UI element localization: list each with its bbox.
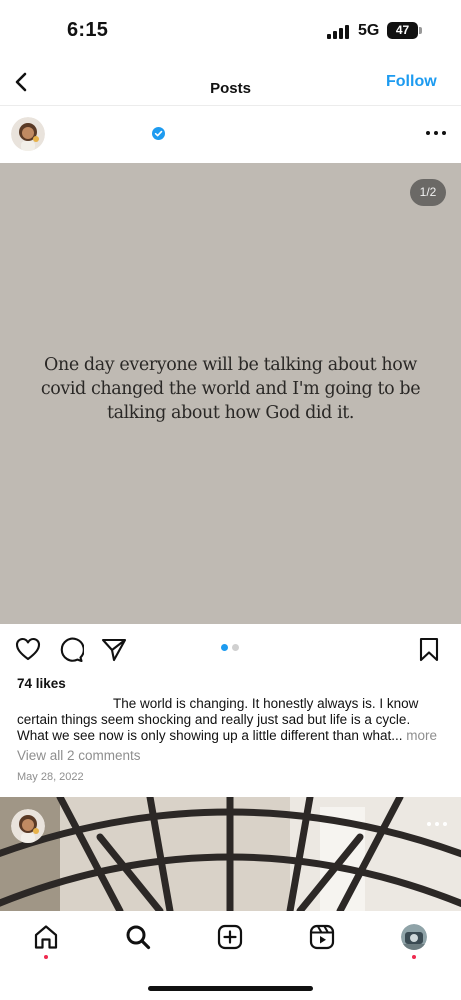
view-comments-link[interactable]: View all 2 comments <box>17 748 141 763</box>
caption-more-link[interactable]: more <box>406 728 437 743</box>
author-avatar[interactable] <box>11 117 45 151</box>
home-notification-dot <box>44 955 48 959</box>
home-indicator <box>148 986 313 991</box>
next-post-avatar[interactable] <box>11 809 45 843</box>
caption-text: What we see now is only showing up a lit… <box>17 728 403 743</box>
paper-plane-icon[interactable] <box>101 637 127 662</box>
create-post-icon[interactable] <box>217 924 243 950</box>
more-options-button[interactable] <box>424 125 448 141</box>
carousel-dot-active <box>221 644 228 651</box>
search-icon[interactable] <box>125 924 151 950</box>
next-post-image[interactable] <box>0 797 461 911</box>
status-time: 6:15 <box>67 19 109 41</box>
comment-bubble-icon[interactable] <box>58 637 84 663</box>
likes-count[interactable]: 74 likes <box>17 676 66 691</box>
nav-header: Posts Follow <box>0 60 461 106</box>
battery-icon: 47 <box>387 22 418 39</box>
battery-level: 47 <box>395 23 410 37</box>
image-quote-text: One day everyone will be talking about h… <box>40 355 421 423</box>
post-image[interactable]: 1/2 One day everyone will be talking abo… <box>0 163 461 624</box>
verified-badge-icon <box>152 127 165 140</box>
follow-button[interactable]: Follow <box>386 73 437 91</box>
profile-notification-dot <box>412 955 416 959</box>
network-type: 5G <box>358 22 380 39</box>
bookmark-icon[interactable] <box>418 637 440 663</box>
battery-tip <box>419 27 422 34</box>
next-post-photo <box>0 797 461 911</box>
post-header <box>0 106 461 163</box>
home-icon[interactable] <box>33 924 59 950</box>
caption-line: certain things seem shocking and really … <box>17 712 411 727</box>
carousel-dots <box>221 644 241 652</box>
reels-icon[interactable] <box>309 924 335 950</box>
carousel-dot <box>232 644 239 651</box>
cellular-signal-icon <box>327 25 351 39</box>
profile-tab-avatar[interactable] <box>401 924 427 950</box>
caption-line: The world is changing. It honestly alway… <box>113 696 419 711</box>
post-date: May 28, 2022 <box>17 771 84 783</box>
carousel-page-indicator: 1/2 <box>410 179 446 206</box>
post-caption: The world is changing. It honestly alway… <box>17 696 449 744</box>
status-bar: 6:15 5G 47 <box>0 0 461 60</box>
caption-line: What we see now is only showing up a lit… <box>17 728 449 744</box>
heart-icon[interactable] <box>15 637 41 661</box>
next-post-more-icon[interactable] <box>426 819 448 829</box>
post-action-bar <box>0 624 461 676</box>
